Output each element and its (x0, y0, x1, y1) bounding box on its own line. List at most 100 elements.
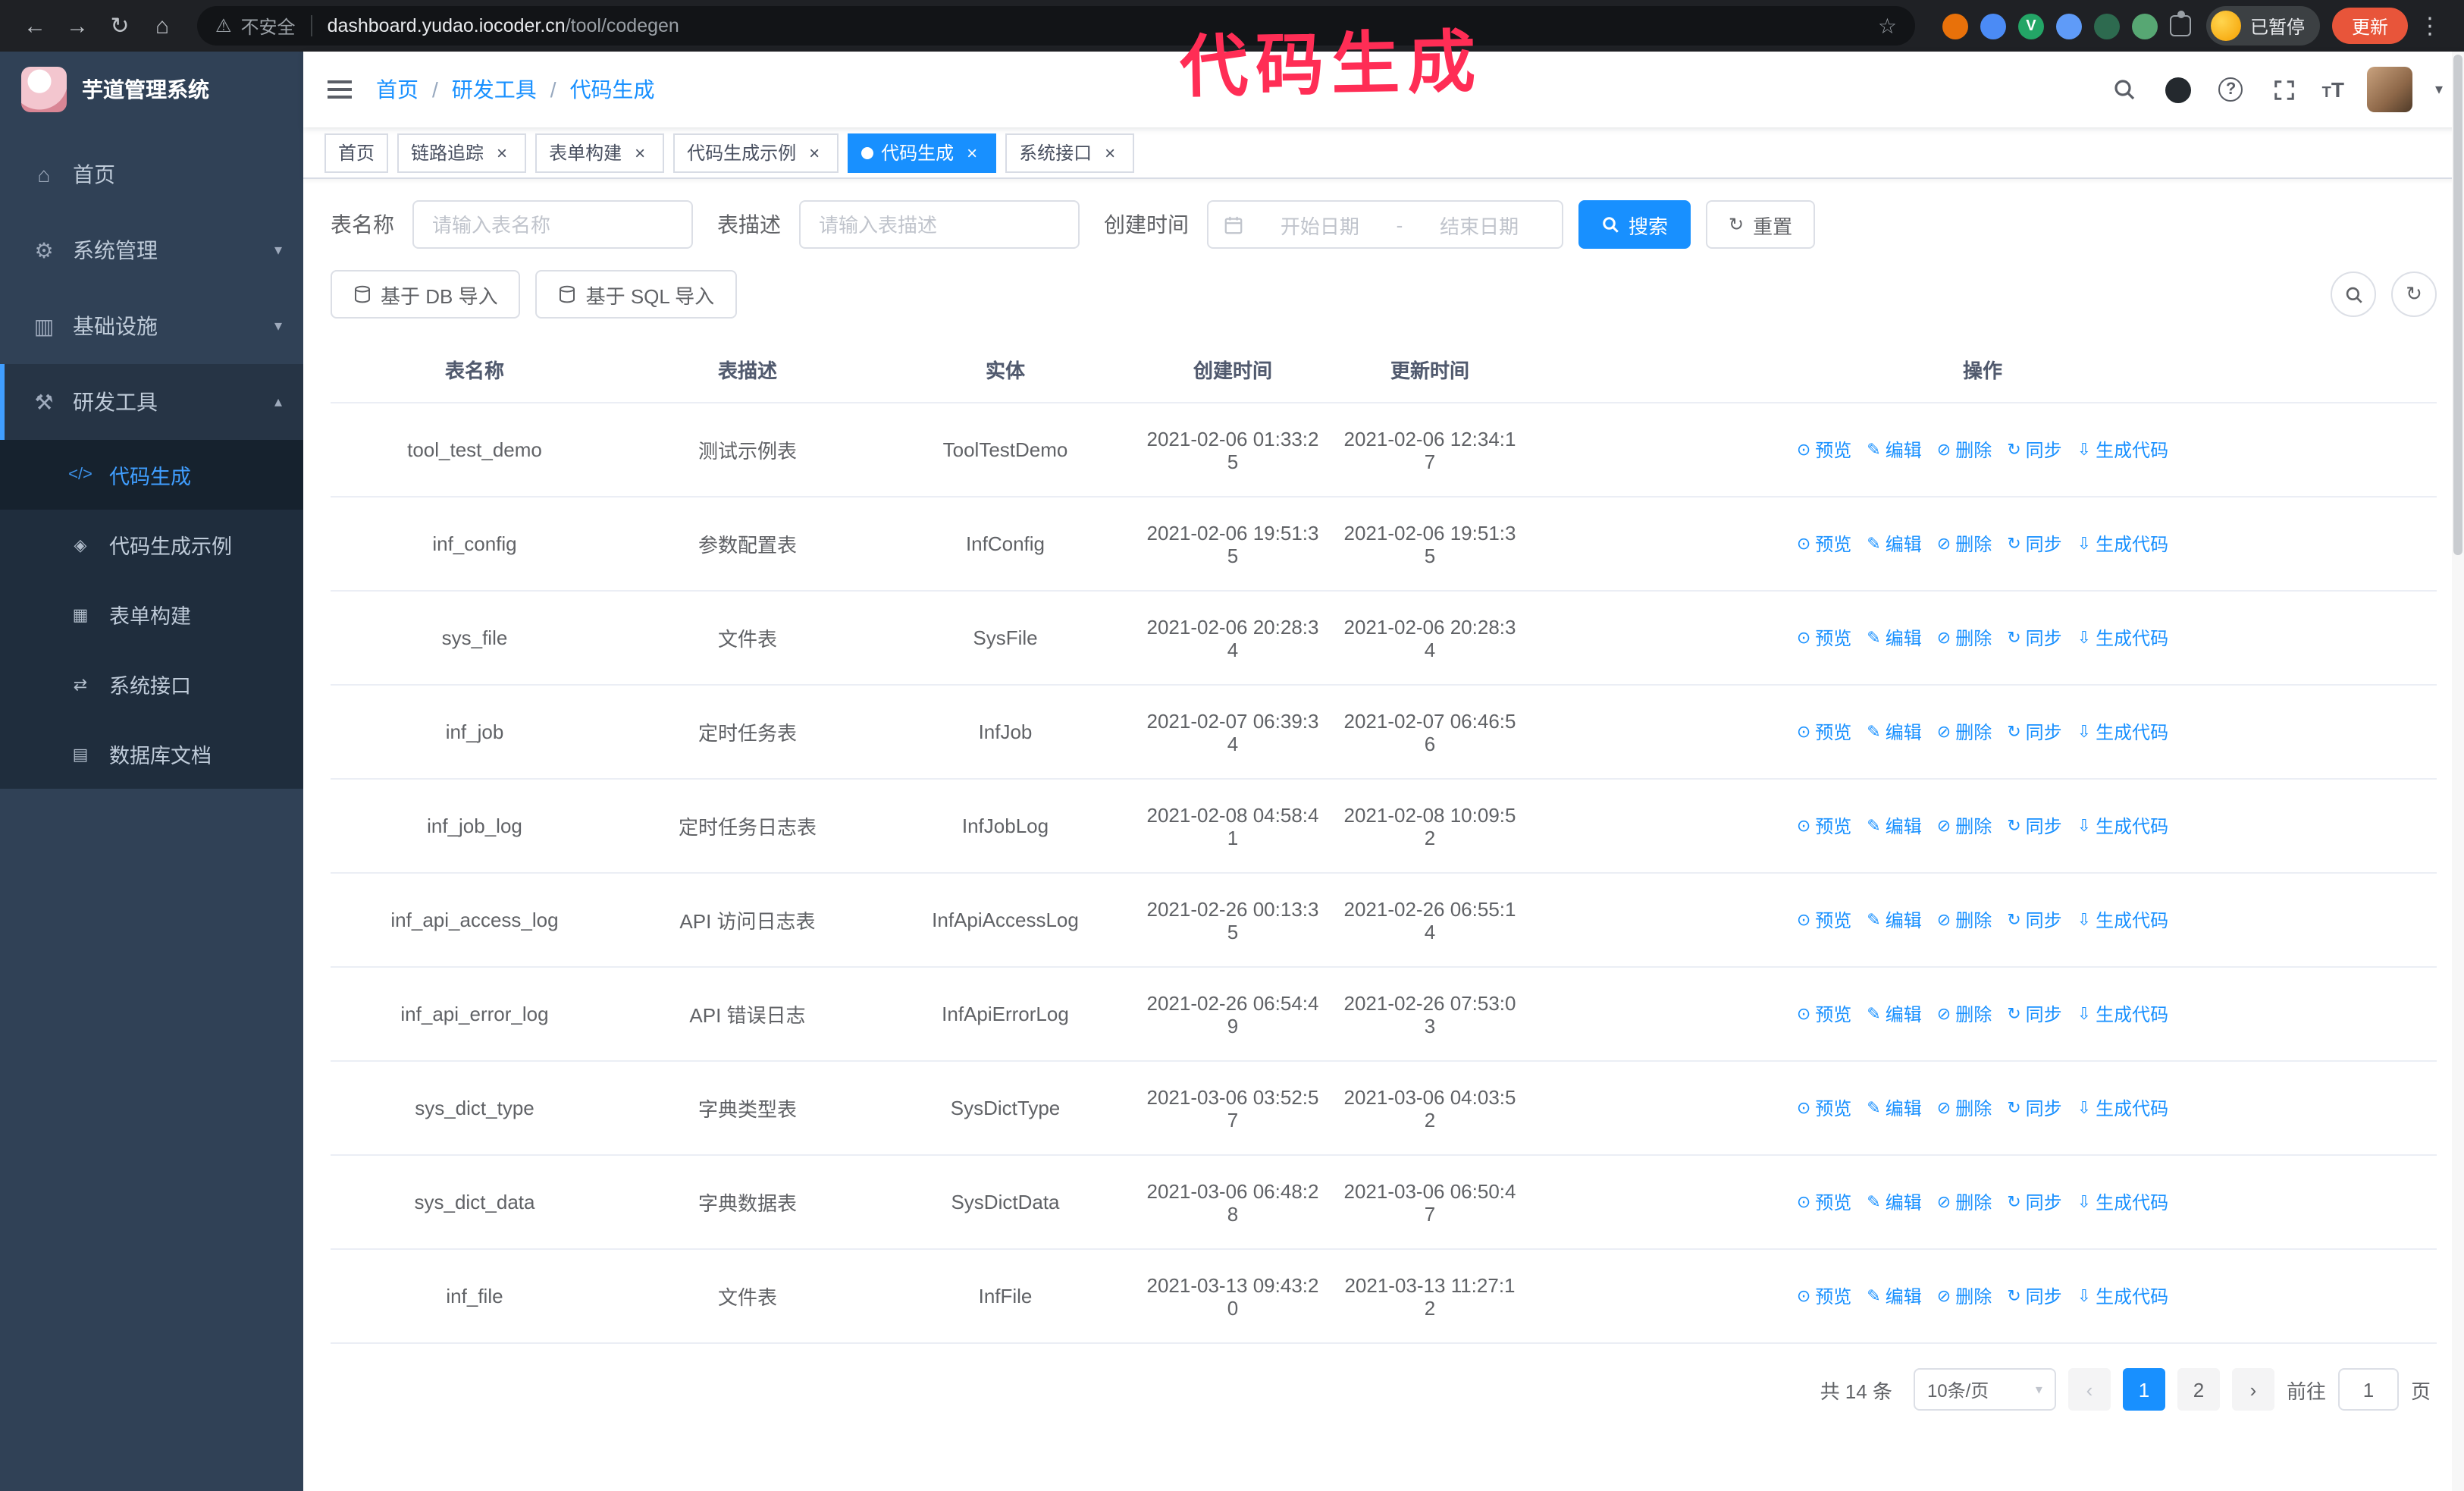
tab-home[interactable]: 首页 (324, 133, 389, 172)
action-generate-code[interactable]: ⇩ 生成代码 (2077, 531, 2168, 557)
refresh-table-button[interactable]: ↻ (2391, 272, 2437, 317)
action-edit[interactable]: ✎ 编辑 (1867, 1001, 1921, 1027)
sidebar-item-form-builder[interactable]: ▦ 表单构建 (0, 579, 303, 649)
search-icon[interactable] (2110, 74, 2140, 105)
action-delete[interactable]: ⊘ 删除 (1937, 1283, 1992, 1309)
github-icon[interactable] (2163, 74, 2193, 105)
action-delete[interactable]: ⊘ 删除 (1937, 907, 1992, 933)
action-preview[interactable]: ⊙ 预览 (1797, 813, 1851, 839)
action-preview[interactable]: ⊙ 预览 (1797, 625, 1851, 651)
action-preview[interactable]: ⊙ 预览 (1797, 1189, 1851, 1215)
reset-button[interactable]: ↻ 重置 (1706, 200, 1816, 249)
action-generate-code[interactable]: ⇩ 生成代码 (2077, 1095, 2168, 1121)
browser-home-icon[interactable]: ⌂ (143, 6, 182, 46)
fullscreen-icon[interactable] (2269, 74, 2299, 105)
action-edit[interactable]: ✎ 编辑 (1867, 1095, 1921, 1121)
sidebar-item-system[interactable]: ⚙ 系统管理 ▾ (0, 212, 303, 288)
action-delete[interactable]: ⊘ 删除 (1937, 1189, 1992, 1215)
action-preview[interactable]: ⊙ 预览 (1797, 531, 1851, 557)
action-generate-code[interactable]: ⇩ 生成代码 (2077, 1001, 2168, 1027)
page-size-select[interactable]: 10条/页 ▾ (1913, 1368, 2056, 1411)
goto-page-input[interactable] (2337, 1368, 2399, 1411)
action-edit[interactable]: ✎ 编辑 (1867, 813, 1921, 839)
browser-reload-icon[interactable]: ↻ (100, 6, 140, 46)
action-preview[interactable]: ⊙ 预览 (1797, 1095, 1851, 1121)
action-generate-code[interactable]: ⇩ 生成代码 (2077, 1283, 2168, 1309)
action-delete[interactable]: ⊘ 删除 (1937, 719, 1992, 745)
action-delete[interactable]: ⊘ 删除 (1937, 437, 1992, 463)
action-edit[interactable]: ✎ 编辑 (1867, 1189, 1921, 1215)
action-delete[interactable]: ⊘ 删除 (1937, 1001, 1992, 1027)
extension-icon-3[interactable] (2017, 13, 2044, 39)
action-sync[interactable]: ↻ 同步 (2007, 1283, 2061, 1309)
action-preview[interactable]: ⊙ 预览 (1797, 1283, 1851, 1309)
action-delete[interactable]: ⊘ 删除 (1937, 531, 1992, 557)
action-delete[interactable]: ⊘ 删除 (1937, 813, 1992, 839)
action-preview[interactable]: ⊙ 预览 (1797, 437, 1851, 463)
extension-icon-2[interactable] (1980, 13, 2006, 39)
date-range-picker[interactable]: 开始日期 - 结束日期 (1207, 200, 1563, 249)
action-edit[interactable]: ✎ 编辑 (1867, 531, 1921, 557)
import-sql-button[interactable]: 基于 SQL 导入 (535, 270, 738, 319)
table-desc-input[interactable] (799, 200, 1080, 249)
import-db-button[interactable]: 基于 DB 导入 (331, 270, 521, 319)
action-generate-code[interactable]: ⇩ 生成代码 (2077, 437, 2168, 463)
action-edit[interactable]: ✎ 编辑 (1867, 437, 1921, 463)
extension-icon-5[interactable] (2093, 13, 2120, 39)
action-sync[interactable]: ↻ 同步 (2007, 1095, 2061, 1121)
scrollbar-thumb[interactable] (2453, 55, 2462, 555)
sidebar-item-devtools[interactable]: ⚒ 研发工具 ▴ (0, 364, 303, 440)
sidebar-item-codegen[interactable]: </> 代码生成 (0, 440, 303, 510)
extension-icon-4[interactable] (2055, 13, 2082, 39)
action-generate-code[interactable]: ⇩ 生成代码 (2077, 719, 2168, 745)
action-sync[interactable]: ↻ 同步 (2007, 531, 2061, 557)
sidebar-item-system-api[interactable]: ⇄ 系统接口 (0, 649, 303, 719)
search-button[interactable]: 搜索 (1578, 200, 1691, 249)
tab-codegen-example[interactable]: 代码生成示例 × (673, 133, 839, 172)
tab-tracing[interactable]: 链路追踪 × (397, 133, 527, 172)
action-delete[interactable]: ⊘ 删除 (1937, 1095, 1992, 1121)
action-sync[interactable]: ↻ 同步 (2007, 719, 2061, 745)
chevron-down-icon[interactable]: ▾ (2435, 81, 2443, 98)
action-generate-code[interactable]: ⇩ 生成代码 (2077, 625, 2168, 651)
security-label[interactable]: 不安全 (241, 13, 296, 39)
action-edit[interactable]: ✎ 编辑 (1867, 625, 1921, 651)
action-sync[interactable]: ↻ 同步 (2007, 625, 2061, 651)
sidebar-item-codegen-example[interactable]: ◈ 代码生成示例 (0, 510, 303, 579)
action-preview[interactable]: ⊙ 预览 (1797, 907, 1851, 933)
extensions-puzzle-icon[interactable] (2169, 11, 2191, 36)
help-icon[interactable]: ? (2216, 74, 2246, 105)
action-generate-code[interactable]: ⇩ 生成代码 (2077, 813, 2168, 839)
close-icon[interactable]: × (961, 142, 983, 163)
breadcrumb-item[interactable]: 研发工具 (452, 74, 537, 105)
hamburger-icon[interactable] (303, 80, 376, 99)
close-icon[interactable]: × (491, 142, 513, 163)
action-generate-code[interactable]: ⇩ 生成代码 (2077, 1189, 2168, 1215)
page-button-2[interactable]: 2 (2177, 1368, 2220, 1411)
next-page-button[interactable]: › (2231, 1368, 2274, 1411)
bookmark-star-icon[interactable]: ☆ (1878, 13, 1897, 39)
scrollbar[interactable] (2452, 52, 2464, 1491)
action-preview[interactable]: ⊙ 预览 (1797, 719, 1851, 745)
user-avatar[interactable] (2366, 67, 2412, 112)
toggle-search-button[interactable] (2331, 272, 2376, 317)
action-sync[interactable]: ↻ 同步 (2007, 1189, 2061, 1215)
breadcrumb-item[interactable]: 首页 (376, 74, 419, 105)
action-delete[interactable]: ⊘ 删除 (1937, 625, 1992, 651)
tab-system-api[interactable]: 系统接口 × (1005, 133, 1135, 172)
action-sync[interactable]: ↻ 同步 (2007, 437, 2061, 463)
extension-icon-1[interactable] (1942, 13, 1968, 39)
close-icon[interactable]: × (629, 142, 650, 163)
extension-icon-6[interactable] (2131, 13, 2158, 39)
action-sync[interactable]: ↻ 同步 (2007, 1001, 2061, 1027)
tab-form-builder[interactable]: 表单构建 × (535, 133, 665, 172)
prev-page-button[interactable]: ‹ (2067, 1368, 2111, 1411)
address-bar[interactable]: ⚠ 不安全 dashboard.yudao.iocoder.cn/tool/co… (197, 6, 1915, 46)
close-icon[interactable]: × (804, 142, 825, 163)
font-size-icon[interactable] (2322, 77, 2344, 102)
page-button-1[interactable]: 1 (2122, 1368, 2165, 1411)
action-sync[interactable]: ↻ 同步 (2007, 907, 2061, 933)
action-preview[interactable]: ⊙ 预览 (1797, 1001, 1851, 1027)
browser-forward-icon[interactable]: → (58, 6, 97, 46)
action-edit[interactable]: ✎ 编辑 (1867, 1283, 1921, 1309)
